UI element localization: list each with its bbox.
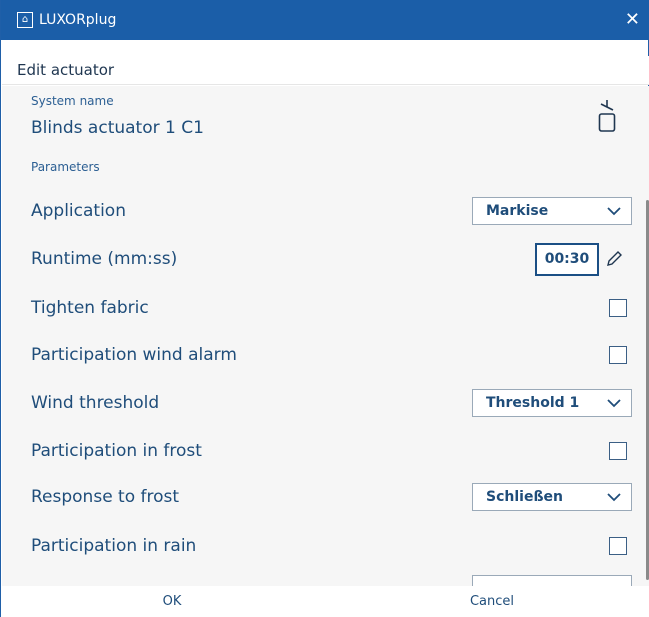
parameters-panel: System name Blinds actuator 1 C1 Paramet… <box>2 86 649 586</box>
rain-label: Participation in rain <box>31 536 197 556</box>
frost-label: Participation in frost <box>31 441 202 461</box>
blind-actuator-icon <box>598 100 616 132</box>
wind-threshold-row: Wind threshold Threshold 1 <box>2 388 649 418</box>
pencil-edit-icon[interactable] <box>605 250 623 268</box>
dialog-title: Edit actuator <box>17 61 115 79</box>
wind-threshold-value: Threshold 1 <box>486 395 580 411</box>
frost-response-label: Response to frost <box>31 487 180 507</box>
tighten-fabric-label: Tighten fabric <box>31 298 149 318</box>
runtime-label: Runtime (mm:ss) <box>31 249 178 269</box>
chevron-down-icon <box>607 207 621 216</box>
frost-response-row: Response to frost Schließen <box>2 482 649 512</box>
rain-row: Participation in rain <box>2 531 649 561</box>
chevron-down-icon <box>607 399 621 408</box>
dialog-header: Edit actuator <box>2 56 649 85</box>
frost-row: Participation in frost <box>2 436 649 466</box>
cancel-button[interactable]: Cancel <box>452 594 532 609</box>
parameters-label: Parameters <box>31 160 100 174</box>
runtime-row: Runtime (mm:ss) 00:30 <box>2 242 649 276</box>
chevron-down-icon <box>607 493 621 502</box>
tighten-fabric-row: Tighten fabric <box>2 293 649 323</box>
wind-alarm-row: Participation wind alarm <box>2 340 649 370</box>
close-icon[interactable]: ✕ <box>625 8 640 32</box>
tighten-fabric-checkbox[interactable] <box>609 299 627 317</box>
next-dropdown-partial[interactable] <box>472 575 632 586</box>
system-name-label: System name <box>31 94 114 108</box>
edit-actuator-window: ⌂ LUXORplug ✕ Edit actuator System name … <box>0 0 649 617</box>
application-label: Application <box>31 201 126 221</box>
application-value: Markise <box>486 203 549 219</box>
frost-checkbox[interactable] <box>609 442 627 460</box>
system-name-value: Blinds actuator 1 C1 <box>31 118 204 138</box>
runtime-field[interactable]: 00:30 <box>535 242 599 276</box>
wind-threshold-label: Wind threshold <box>31 393 160 413</box>
rain-checkbox[interactable] <box>609 537 627 555</box>
ok-button[interactable]: OK <box>142 594 202 609</box>
frost-response-dropdown[interactable]: Schließen <box>472 483 632 511</box>
luxorplug-app-icon: ⌂ <box>17 12 33 28</box>
wind-alarm-checkbox[interactable] <box>609 346 627 364</box>
wind-threshold-dropdown[interactable]: Threshold 1 <box>472 389 632 417</box>
window-title: LUXORplug <box>39 12 117 28</box>
dialog-footer: OK Cancel <box>2 586 649 617</box>
title-bar: ⌂ LUXORplug ✕ <box>1 0 649 40</box>
application-dropdown[interactable]: Markise <box>472 197 632 225</box>
application-row: Application Markise <box>2 196 649 226</box>
wind-alarm-label: Participation wind alarm <box>31 345 237 365</box>
frost-response-value: Schließen <box>486 489 563 505</box>
